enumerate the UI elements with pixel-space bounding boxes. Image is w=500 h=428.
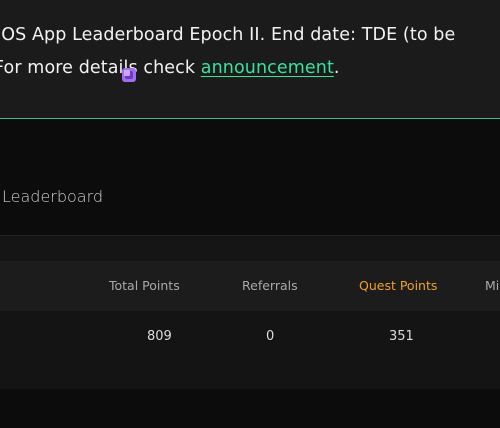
announcement-link[interactable]: announcement <box>201 58 334 78</box>
page-bottom-area <box>0 389 500 428</box>
column-truncated[interactable]: Mi <box>485 278 499 293</box>
table-row: 809 0 351 <box>0 311 500 390</box>
banner-line-2-suffix: . <box>333 58 340 78</box>
banner-text-line-2: For more details check announcement. <box>0 58 340 78</box>
banner-line-2-prefix: For more details check <box>0 58 201 78</box>
referrals-value: 0 <box>266 329 275 344</box>
banner-text-line-1: dOS App Leaderboard Epoch II. End date: … <box>0 25 456 45</box>
total-points-value: 809 <box>147 329 172 344</box>
quest-points-value: 351 <box>389 329 414 344</box>
points-gem-icon <box>122 68 136 82</box>
leaderboard-title: Leaderboard <box>2 187 104 206</box>
leaderboard-toolbar-strip <box>0 235 500 262</box>
table-header: Total Points Referrals Quest Points Mi <box>0 261 500 311</box>
leaderboard-table: Total Points Referrals Quest Points Mi 8… <box>0 261 500 390</box>
column-total-points[interactable]: Total Points <box>109 278 180 293</box>
column-quest-points[interactable]: Quest Points <box>359 278 437 293</box>
column-referrals[interactable]: Referrals <box>242 278 298 293</box>
announcement-banner: dOS App Leaderboard Epoch II. End date: … <box>0 0 500 119</box>
